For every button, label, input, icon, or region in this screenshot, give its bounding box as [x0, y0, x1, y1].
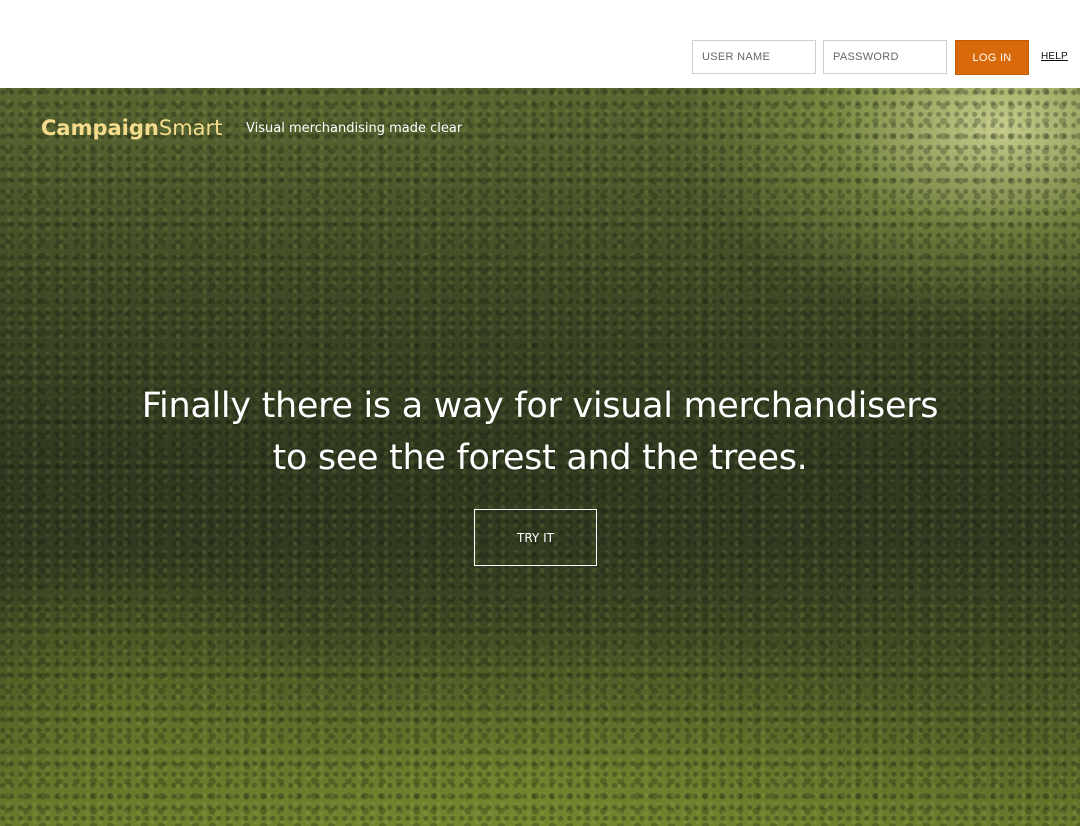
hero-section: CampaignSmart Visual merchandising made … [0, 88, 1080, 826]
username-field[interactable] [692, 40, 816, 74]
brand-logo[interactable]: CampaignSmart [41, 116, 222, 140]
brand-name-regular: Smart [158, 116, 223, 140]
login-bar: LOG IN HELP [0, 0, 1080, 88]
help-link[interactable]: HELP [1041, 51, 1068, 62]
hero-headline-line-1: Finally there is a way for visual mercha… [141, 386, 939, 426]
password-field[interactable] [823, 40, 947, 74]
brand-name-bold: Campaign [41, 116, 159, 140]
login-button[interactable]: LOG IN [955, 40, 1029, 75]
hero-headline-line-2: to see the forest and the trees. [272, 438, 808, 478]
landing-page: LOG IN HELP CampaignSmart Visual merchan… [0, 0, 1080, 826]
brand-tagline: Visual merchandising made clear [246, 121, 463, 136]
try-it-button[interactable]: TRY IT [474, 509, 597, 566]
hero-headline: Finally there is a way for visual mercha… [90, 380, 990, 484]
